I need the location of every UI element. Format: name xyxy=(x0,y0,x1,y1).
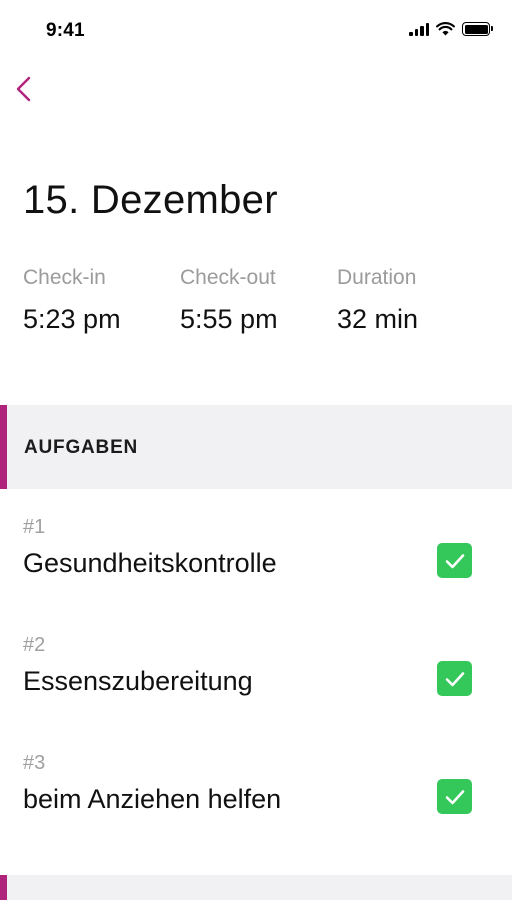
task-item: #1 Gesundheitskontrolle xyxy=(0,516,512,616)
tasks-section-header: AUFGABEN xyxy=(0,405,512,489)
stat-check-out: Check-out 5:55 pm xyxy=(180,266,278,335)
wifi-icon xyxy=(436,22,455,36)
section-accent-bar xyxy=(0,405,7,489)
task-item: #2 Essenszubereitung xyxy=(0,634,512,734)
task-checkbox[interactable] xyxy=(437,779,472,814)
stat-value: 32 min xyxy=(337,304,419,334)
section-title: AUFGABEN xyxy=(24,437,139,458)
stat-value: 5:23 pm xyxy=(23,304,121,334)
stat-label: Duration xyxy=(337,266,417,289)
back-button[interactable] xyxy=(12,72,38,106)
stat-value: 5:55 pm xyxy=(180,304,278,334)
visit-stats: Check-in 5:23 pm Check-out 5:55 pm Durat… xyxy=(23,266,493,346)
chevron-left-icon xyxy=(16,76,31,102)
checkmark-icon xyxy=(445,789,464,804)
signal-icon xyxy=(409,22,429,36)
task-number: #2 xyxy=(23,634,46,656)
task-checkbox[interactable] xyxy=(437,543,472,578)
task-number: #1 xyxy=(23,516,46,538)
stat-label: Check-in xyxy=(23,266,106,289)
page-title: 15. Dezember xyxy=(23,178,278,222)
stat-label: Check-out xyxy=(180,266,276,289)
task-item: #3 beim Anziehen helfen xyxy=(0,752,512,852)
task-number: #3 xyxy=(23,752,46,774)
section-accent-bar xyxy=(0,875,7,900)
stat-check-in: Check-in 5:23 pm xyxy=(23,266,121,335)
screen: 9:41 15. Dezember Check-in 5:23 pm Check… xyxy=(0,0,512,900)
status-bar: 9:41 xyxy=(0,0,512,60)
task-title: Gesundheitskontrolle xyxy=(23,548,277,578)
stat-duration: Duration 32 min xyxy=(337,266,418,335)
checkmark-icon xyxy=(445,553,464,568)
task-title: beim Anziehen helfen xyxy=(23,784,282,814)
task-checkbox[interactable] xyxy=(437,661,472,696)
checkmark-icon xyxy=(445,671,464,686)
next-section-header xyxy=(0,875,512,900)
battery-icon xyxy=(462,22,493,36)
status-icons xyxy=(409,22,493,36)
status-time: 9:41 xyxy=(46,20,85,41)
task-title: Essenszubereitung xyxy=(23,666,253,696)
